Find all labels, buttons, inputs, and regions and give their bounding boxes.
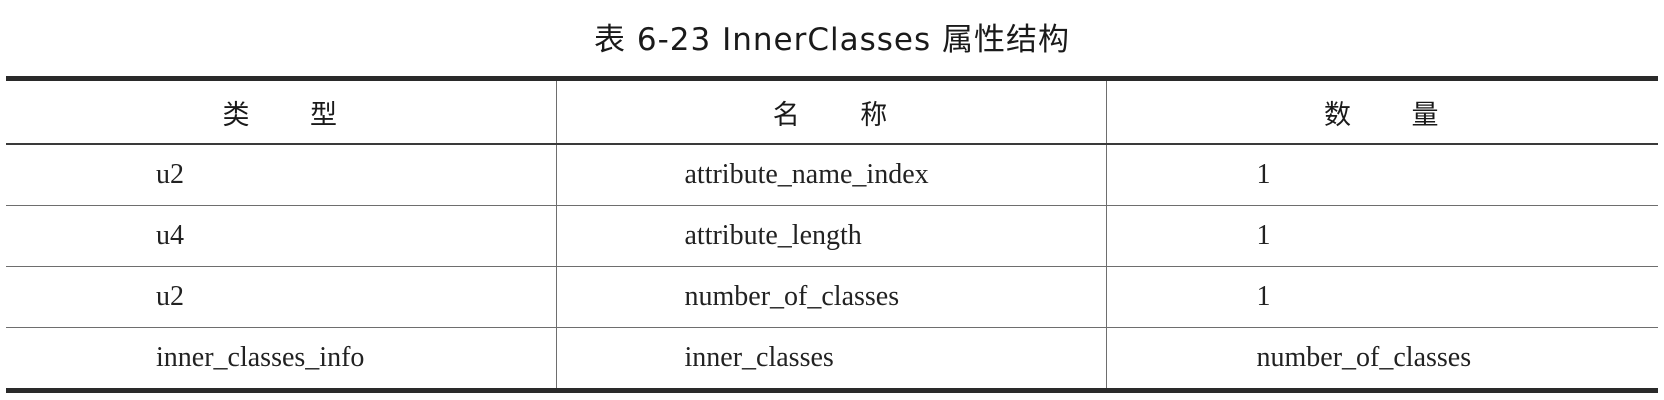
- column-header-type: 类 型: [6, 76, 556, 145]
- cell-type: u4: [6, 205, 556, 267]
- column-header-name: 名 称: [555, 76, 1106, 145]
- cell-name: attribute_name_index: [555, 143, 1106, 206]
- cell-type: u2: [6, 266, 556, 328]
- table-caption: 表 6-23 InnerClasses 属性结构: [594, 22, 1070, 58]
- table-row: u2 number_of_classes 1: [6, 266, 1658, 328]
- cell-count: 1: [1105, 205, 1658, 267]
- cell-type: u2: [6, 143, 556, 206]
- cell-count: 1: [1105, 143, 1658, 206]
- attribute-structure-table: 类 型 名 称 数 量 u2 attribute_name_index 1 u4…: [6, 76, 1658, 393]
- table-row: u2 attribute_name_index 1: [6, 143, 1658, 206]
- innerclasses-attribute-table: 类 型 名 称 数 量 u2 attribute_name_index 1 u4…: [6, 76, 1658, 393]
- cell-count: number_of_classes: [1105, 327, 1658, 393]
- cell-name: number_of_classes: [555, 266, 1106, 328]
- cell-type: inner_classes_info: [6, 327, 556, 393]
- column-header-count: 数 量: [1105, 76, 1658, 145]
- header-row: 类 型 名 称 数 量: [6, 76, 1658, 145]
- cell-count: 1: [1105, 266, 1658, 328]
- cell-name: attribute_length: [555, 205, 1106, 267]
- cell-name: inner_classes: [555, 327, 1106, 393]
- table-row: u4 attribute_length 1: [6, 205, 1658, 267]
- table-row: inner_classes_info inner_classes number_…: [6, 327, 1658, 393]
